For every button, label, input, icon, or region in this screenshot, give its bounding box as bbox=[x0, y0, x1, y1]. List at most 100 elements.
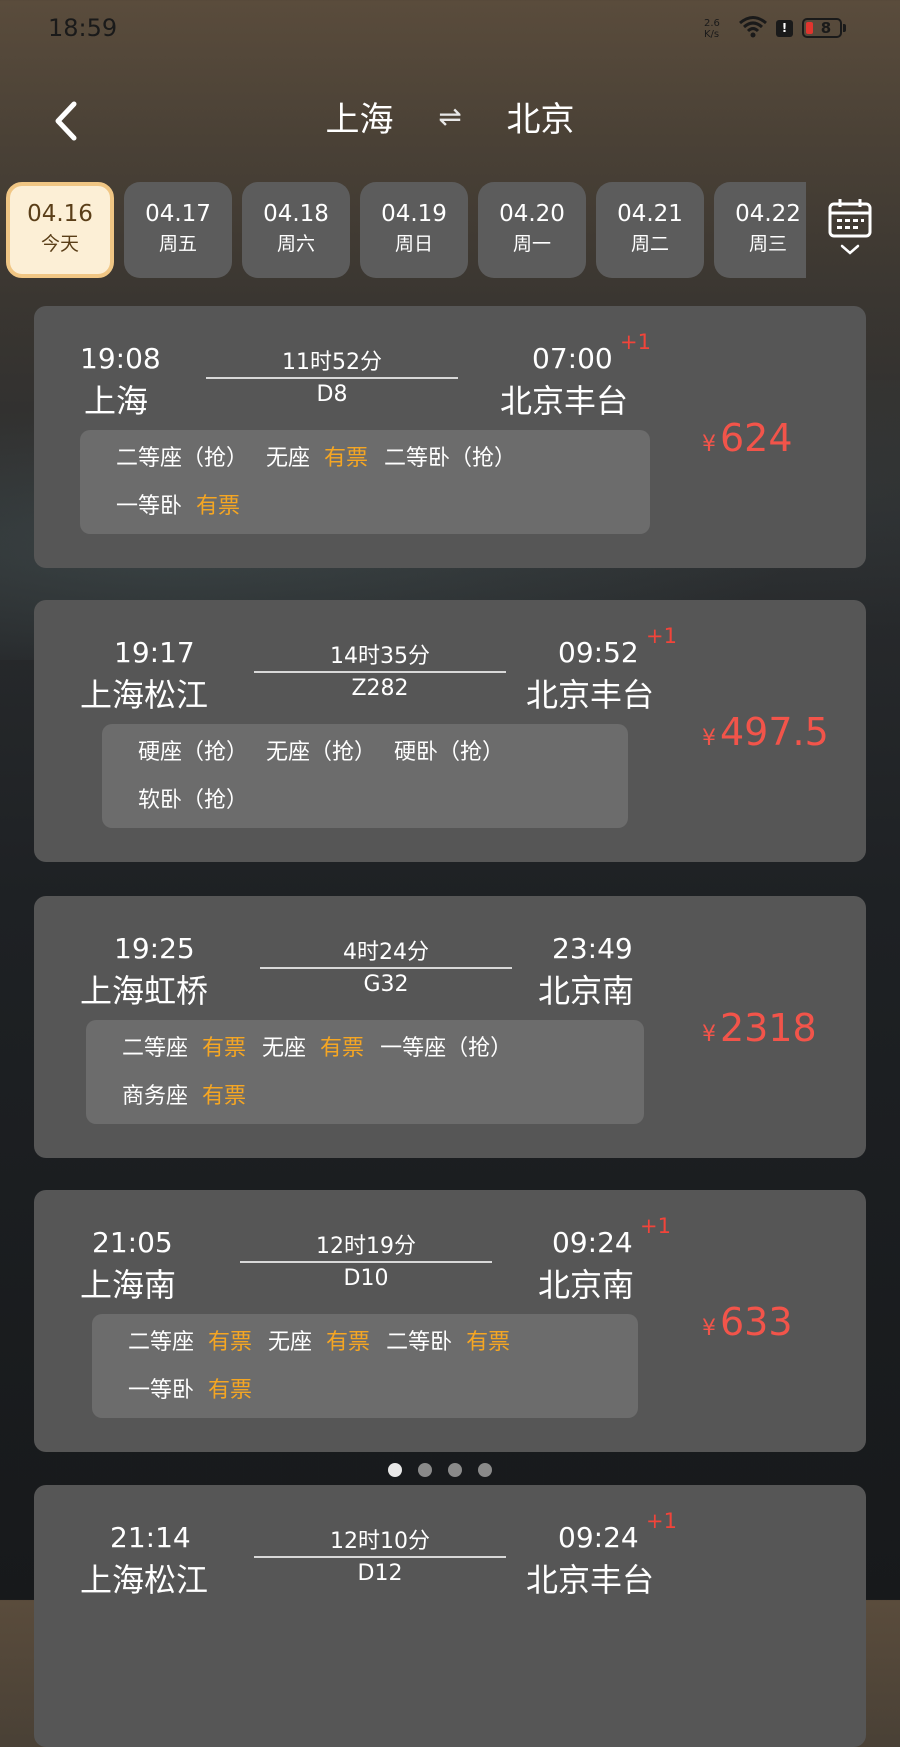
yen-symbol: ¥ bbox=[702, 432, 716, 457]
seat-row: 二等座 有票 无座 有票 一等座（抢） bbox=[122, 1030, 530, 1062]
depart-station: 上海 bbox=[84, 382, 149, 420]
swap-icon[interactable]: ⇌ bbox=[438, 100, 461, 133]
depart-station: 上海松江 bbox=[80, 1561, 209, 1599]
trip-duration: 14时35分 bbox=[330, 644, 430, 669]
ticket-price: ¥624 bbox=[702, 416, 793, 460]
trip-duration: 12时19分 bbox=[316, 1234, 416, 1259]
calendar-icon[interactable] bbox=[826, 196, 876, 260]
route-line bbox=[206, 377, 458, 379]
seat-availability-box: 硬座（抢） 无座（抢） 硬卧（抢） 软卧（抢） bbox=[102, 724, 628, 828]
train-number: D12 bbox=[357, 1561, 403, 1586]
date-tab-04.22[interactable]: 04.22 周三 bbox=[714, 182, 806, 278]
date-tab-weekday: 周二 bbox=[630, 233, 669, 255]
trip-duration: 4时24分 bbox=[343, 940, 429, 965]
depart-time: 19:08 bbox=[80, 342, 161, 375]
next-day-badge: +1 bbox=[640, 1214, 671, 1238]
date-tab-weekday: 周六 bbox=[276, 233, 315, 255]
arrive-time: 09:52 bbox=[558, 636, 639, 669]
seat-row: 二等座 有票 无座 有票 二等卧 有票 bbox=[128, 1324, 526, 1356]
seat-class: 一等卧 bbox=[116, 494, 183, 519]
seat-row: 一等卧 有票 bbox=[128, 1372, 268, 1404]
train-number: D10 bbox=[343, 1266, 389, 1291]
date-tab-04.18[interactable]: 04.18 周六 bbox=[242, 182, 350, 278]
seat-class: 硬卧（抢） bbox=[394, 740, 505, 765]
seat-class: 一等卧 bbox=[128, 1378, 195, 1403]
date-tab-04.21[interactable]: 04.21 周二 bbox=[596, 182, 704, 278]
page-dot[interactable] bbox=[418, 1463, 432, 1477]
arrive-time: 09:24 bbox=[558, 1521, 639, 1554]
date-tab-date: 04.18 bbox=[263, 201, 329, 227]
date-tab-weekday: 周一 bbox=[512, 233, 551, 255]
page-indicator bbox=[388, 1462, 508, 1478]
date-tab-date: 04.16 bbox=[27, 201, 93, 227]
date-tab-weekday: 周日 bbox=[394, 233, 433, 255]
page-dot[interactable] bbox=[448, 1463, 462, 1477]
seat-row: 商务座 有票 bbox=[122, 1078, 262, 1110]
arrive-station: 北京南 bbox=[538, 1266, 635, 1304]
ticket-available: 有票 bbox=[196, 494, 241, 519]
alert-icon: ! bbox=[776, 20, 793, 37]
date-tab-date: 04.17 bbox=[145, 201, 211, 227]
seat-row: 硬座（抢） 无座（抢） 硬卧（抢） bbox=[138, 734, 522, 766]
date-tab-strip: 04.16 今天 04.17 周五 04.18 周六 04.19 周日 04.20 周一 04.21… bbox=[0, 182, 806, 278]
date-tab-weekday: 今天 bbox=[40, 233, 79, 255]
ticket-available: 有票 bbox=[208, 1330, 253, 1355]
arrive-station: 北京丰台 bbox=[526, 676, 655, 714]
seat-class: 二等座 bbox=[128, 1330, 195, 1355]
date-tab-weekday: 周五 bbox=[158, 233, 197, 255]
route-title: 上海 ⇌ 北京 bbox=[0, 92, 900, 141]
seat-class: 无座（抢） bbox=[266, 740, 377, 765]
arrive-time: 07:00 bbox=[532, 342, 613, 375]
train-number: Z282 bbox=[351, 676, 409, 701]
battery-level: 8 bbox=[820, 19, 832, 37]
depart-station: 上海松江 bbox=[80, 676, 209, 714]
seat-availability-box: 二等座 有票 无座 有票 二等卧 有票 一等卧 有票 bbox=[92, 1314, 638, 1418]
page-dot[interactable] bbox=[478, 1463, 492, 1477]
ticket-available: 有票 bbox=[466, 1330, 511, 1355]
date-tab-04.17[interactable]: 04.17 周五 bbox=[124, 182, 232, 278]
from-city[interactable]: 上海 bbox=[325, 92, 393, 141]
depart-time: 21:05 bbox=[92, 1226, 173, 1259]
date-tab-04.16[interactable]: 04.16 今天 bbox=[6, 182, 114, 278]
seat-row: 一等卧 有票 bbox=[116, 488, 256, 520]
status-time: 18:59 bbox=[48, 14, 118, 42]
page-dot[interactable] bbox=[388, 1463, 402, 1477]
train-card[interactable]: 21:05 上海南 12时19分 D10 09:24 +1 北京南 二等座 有票 无座 有票 二等卧有… bbox=[34, 1190, 866, 1452]
ticket-available: 有票 bbox=[326, 1330, 371, 1355]
date-tab-date: 04.21 bbox=[617, 201, 683, 227]
date-tab-04.20[interactable]: 04.20 周一 bbox=[478, 182, 586, 278]
network-speed: 2.6 K/s bbox=[704, 18, 720, 40]
train-card[interactable]: 19:08 上海 11时52分 D8 07:00 +1 北京丰台 二等座（抢） 无座 有票 二等卧（… bbox=[34, 306, 866, 568]
depart-time: 19:25 bbox=[114, 932, 195, 965]
ticket-available: 有票 bbox=[208, 1378, 253, 1403]
train-number: G32 bbox=[363, 972, 409, 997]
seat-availability-box: 二等座 有票 无座 有票 一等座（抢） 商务座 有票 bbox=[86, 1020, 644, 1124]
date-tab-date: 04.20 bbox=[499, 201, 565, 227]
to-city[interactable]: 北京 bbox=[507, 92, 575, 141]
trip-duration: 12时10分 bbox=[330, 1529, 430, 1554]
train-card[interactable]: 19:25 上海虹桥 4时24分 G32 23:49 北京南 二等座 有票 无座 有票 一等座（抢）… bbox=[34, 896, 866, 1158]
status-bar: 18:59 2.6 K/s ! 8 bbox=[0, 0, 900, 60]
train-card[interactable]: 19:17 上海松江 14时35分 Z282 09:52 +1 北京丰台 硬座（抢） 无座（抢）… bbox=[34, 600, 866, 862]
seat-class: 无座 bbox=[266, 446, 311, 471]
depart-station: 上海南 bbox=[80, 1266, 177, 1304]
seat-row: 二等座（抢） 无座 有票 二等卧（抢） bbox=[116, 440, 534, 472]
seat-class: 商务座 bbox=[122, 1084, 189, 1109]
ticket-available: 有票 bbox=[202, 1036, 247, 1061]
yen-symbol: ¥ bbox=[702, 726, 716, 751]
next-day-badge: +1 bbox=[646, 624, 677, 648]
arrive-station: 北京南 bbox=[538, 972, 635, 1010]
battery-icon: 8 bbox=[802, 18, 842, 38]
date-tab-04.19[interactable]: 04.19 周日 bbox=[360, 182, 468, 278]
route-line bbox=[260, 967, 512, 969]
seat-class: 软卧（抢） bbox=[138, 788, 249, 813]
price-value: 2318 bbox=[720, 1006, 817, 1050]
seat-class: 二等座（抢） bbox=[116, 446, 249, 471]
seat-class: 无座 bbox=[262, 1036, 307, 1061]
train-card[interactable]: 21:14 上海松江 12时10分 D12 09:24 +1 北京丰台 bbox=[34, 1485, 866, 1747]
seat-class: 无座 bbox=[268, 1330, 313, 1355]
seat-class: 硬座（抢） bbox=[138, 740, 249, 765]
depart-time: 21:14 bbox=[110, 1521, 191, 1554]
price-value: 497.5 bbox=[720, 710, 829, 754]
route-line bbox=[254, 1556, 506, 1558]
